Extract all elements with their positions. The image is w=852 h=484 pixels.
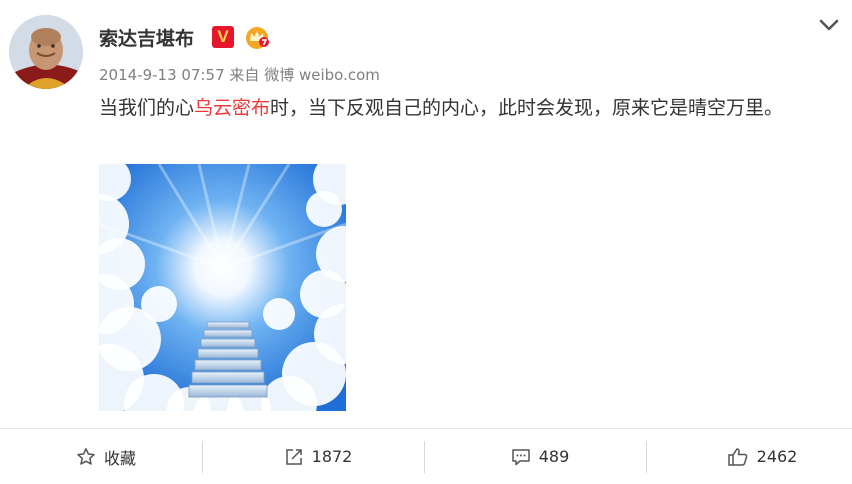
avatar-image <box>9 15 83 89</box>
repost-button[interactable]: 1872 <box>212 429 424 484</box>
divider <box>646 441 647 473</box>
comment-icon <box>511 448 530 465</box>
chevron-down-icon[interactable] <box>818 16 840 34</box>
post-source[interactable]: 微博 weibo.com <box>264 66 380 84</box>
avatar[interactable] <box>9 15 83 89</box>
verified-badge-icon[interactable]: V <box>212 26 234 48</box>
post-image[interactable] <box>99 164 346 411</box>
action-bar: 收藏 1872 489 2462 <box>0 428 852 484</box>
comment-button[interactable]: 489 <box>434 429 646 484</box>
like-count: 2462 <box>756 447 798 466</box>
post-text: 当我们的心乌云密布时，当下反观自己的内心，此时会发现，原来它是晴空万里。 <box>99 92 814 124</box>
post-text-before: 当我们的心 <box>99 97 195 119</box>
like-button[interactable]: 2462 <box>656 429 852 484</box>
star-icon <box>77 447 95 465</box>
post-meta: 2014-9-13 07:57 来自 微博 weibo.com <box>99 64 380 85</box>
repost-count: 1872 <box>311 447 353 466</box>
post-text-highlight[interactable]: 乌云密布 <box>194 97 270 119</box>
author-name[interactable]: 索达吉堪布 <box>99 24 194 51</box>
divider <box>202 441 203 473</box>
comment-count: 489 <box>538 447 570 466</box>
divider <box>424 441 425 473</box>
favorite-label: 收藏 <box>103 448 136 468</box>
share-icon <box>285 448 302 465</box>
post-text-after: 时，当下反观自己的内心，此时会发现，原来它是晴空万里。 <box>270 97 784 119</box>
member-crown-icon[interactable] <box>244 24 270 50</box>
favorite-button[interactable]: 收藏 <box>0 429 212 484</box>
post-timestamp[interactable]: 2014-9-13 07:57 <box>99 66 225 84</box>
sky-stairs-image <box>99 164 346 411</box>
source-prefix: 来自 <box>229 66 260 84</box>
thumbs-up-icon <box>727 447 747 466</box>
